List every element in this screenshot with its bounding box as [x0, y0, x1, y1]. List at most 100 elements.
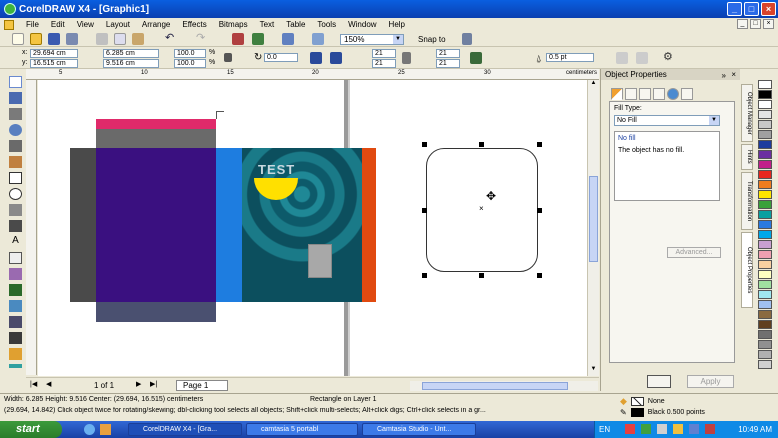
- artwork-blue-stripe[interactable]: [216, 148, 242, 302]
- tray-icon[interactable]: [705, 424, 715, 434]
- quick-launch-icon[interactable]: [84, 424, 95, 435]
- taskbar-item-camtasia-studio[interactable]: Camtasia Studio - Unt...: [362, 423, 476, 436]
- rectangle-tool-icon[interactable]: [9, 172, 22, 184]
- application-launcher-icon[interactable]: [282, 33, 294, 45]
- maximize-button[interactable]: □: [744, 2, 759, 16]
- menu-edit[interactable]: Edit: [45, 20, 71, 29]
- doc-restore-button[interactable]: □: [750, 19, 761, 29]
- color-swatch[interactable]: [758, 350, 772, 359]
- menu-view[interactable]: View: [71, 20, 100, 29]
- to-back-icon[interactable]: [636, 52, 648, 64]
- color-swatch[interactable]: [758, 150, 772, 159]
- eyedropper-tool-icon[interactable]: [9, 316, 22, 328]
- drawing-canvas[interactable]: TEST ✥ ×: [38, 80, 587, 376]
- tray-icon[interactable]: [641, 424, 651, 434]
- color-swatch[interactable]: [758, 180, 772, 189]
- last-page-button[interactable]: ▶|: [150, 380, 157, 388]
- horizontal-scroll-thumb[interactable]: [422, 382, 568, 390]
- page-tab[interactable]: Page 1: [176, 380, 228, 391]
- color-swatch[interactable]: [758, 260, 772, 269]
- lock-apply-button[interactable]: [647, 375, 671, 388]
- menu-layout[interactable]: Layout: [100, 20, 136, 29]
- color-swatch[interactable]: [758, 160, 772, 169]
- color-swatch[interactable]: [758, 330, 772, 339]
- import-icon[interactable]: [232, 33, 244, 45]
- menu-text[interactable]: Text: [254, 20, 281, 29]
- tab-object-manager[interactable]: Object Manager: [741, 84, 753, 142]
- color-swatch[interactable]: [758, 130, 772, 139]
- cut-icon[interactable]: [96, 33, 108, 45]
- color-swatch[interactable]: [758, 240, 772, 249]
- color-swatch[interactable]: [758, 360, 772, 369]
- horizontal-scrollbar[interactable]: [410, 381, 598, 391]
- tray-icon[interactable]: [689, 424, 699, 434]
- zoom-tool-icon[interactable]: [9, 124, 22, 136]
- vertical-scrollbar[interactable]: ▲ ▼: [587, 80, 599, 376]
- paste-icon[interactable]: [132, 33, 144, 45]
- scroll-down-arrow[interactable]: ▼: [588, 366, 599, 376]
- artwork-purple-panel[interactable]: [96, 148, 216, 302]
- color-swatch[interactable]: [758, 100, 772, 109]
- next-page-button[interactable]: ▶: [136, 380, 141, 388]
- menu-tools[interactable]: Tools: [311, 20, 342, 29]
- color-swatch[interactable]: [758, 190, 772, 199]
- summary-tab-icon[interactable]: [681, 88, 693, 100]
- tray-icon[interactable]: [673, 424, 683, 434]
- internet-tab-icon[interactable]: [667, 88, 679, 100]
- apply-button[interactable]: Apply: [687, 375, 734, 388]
- outline-tab-icon[interactable]: [625, 88, 637, 100]
- chevron-down-icon[interactable]: ▼: [393, 35, 403, 44]
- tray-icon[interactable]: [657, 424, 667, 434]
- outline-width-select[interactable]: 0.5 pt: [546, 53, 594, 62]
- blend-tool-icon[interactable]: [9, 300, 22, 312]
- scroll-up-arrow[interactable]: ▲: [588, 80, 599, 90]
- selection-handle[interactable]: [537, 273, 542, 278]
- color-swatch[interactable]: [758, 310, 772, 319]
- artwork-orange-bar[interactable]: [362, 148, 376, 302]
- menu-window[interactable]: Window: [342, 20, 382, 29]
- scale-y-field[interactable]: 100.0: [174, 59, 206, 68]
- start-button[interactable]: start: [0, 421, 62, 438]
- color-swatch[interactable]: [758, 200, 772, 209]
- vertical-ruler[interactable]: [26, 80, 37, 375]
- selection-handle[interactable]: [479, 273, 484, 278]
- connector-tool-icon[interactable]: [9, 284, 22, 296]
- artwork-gray-top-flap[interactable]: [96, 129, 216, 148]
- minimize-button[interactable]: _: [727, 2, 742, 16]
- lock-ratio-icon[interactable]: [224, 53, 232, 62]
- smart-fill-tool-icon[interactable]: [9, 156, 22, 168]
- zoom-level-select[interactable]: 150% ▼: [340, 34, 404, 45]
- horizontal-ruler[interactable]: 5 10 15 20 25 30 centimeters: [26, 69, 599, 80]
- round-corners-together-icon[interactable]: [402, 52, 411, 64]
- tray-icon[interactable]: [625, 424, 635, 434]
- color-swatch[interactable]: [758, 290, 772, 299]
- first-page-button[interactable]: |◀: [30, 380, 37, 388]
- artwork-test-text[interactable]: TEST: [258, 162, 295, 177]
- convert-to-curves-icon[interactable]: ⚙: [663, 52, 675, 64]
- wrap-text-icon[interactable]: [470, 52, 482, 64]
- coreldraw-app-icon[interactable]: [4, 3, 16, 15]
- scale-x-field[interactable]: 100.0: [174, 49, 206, 58]
- corner-roundness-bottom-left[interactable]: 21: [372, 59, 396, 68]
- color-swatch[interactable]: [758, 250, 772, 259]
- selection-handle[interactable]: [537, 142, 542, 147]
- pick-tool-icon[interactable]: [9, 76, 22, 88]
- freehand-tool-icon[interactable]: [9, 140, 22, 152]
- artwork-pink-strip[interactable]: [96, 119, 216, 129]
- height-field[interactable]: 9.516 cm: [103, 59, 159, 68]
- outline-tool-icon[interactable]: [9, 332, 22, 344]
- mirror-horizontal-icon[interactable]: [310, 52, 322, 64]
- color-swatch[interactable]: [758, 80, 772, 89]
- print-icon[interactable]: [66, 33, 78, 45]
- parallel-dimension-tool-icon[interactable]: [9, 268, 22, 280]
- menu-effects[interactable]: Effects: [176, 20, 212, 29]
- detail-tab-icon[interactable]: [653, 88, 665, 100]
- color-swatch[interactable]: [758, 210, 772, 219]
- close-button[interactable]: ×: [761, 2, 776, 16]
- shape-tool-icon[interactable]: [9, 92, 22, 104]
- color-swatch[interactable]: [758, 220, 772, 229]
- crop-tool-icon[interactable]: [9, 108, 22, 120]
- y-position-field[interactable]: 16.515 cm: [30, 59, 78, 68]
- save-icon[interactable]: [48, 33, 60, 45]
- fill-type-select[interactable]: No Fill ▼: [614, 115, 720, 126]
